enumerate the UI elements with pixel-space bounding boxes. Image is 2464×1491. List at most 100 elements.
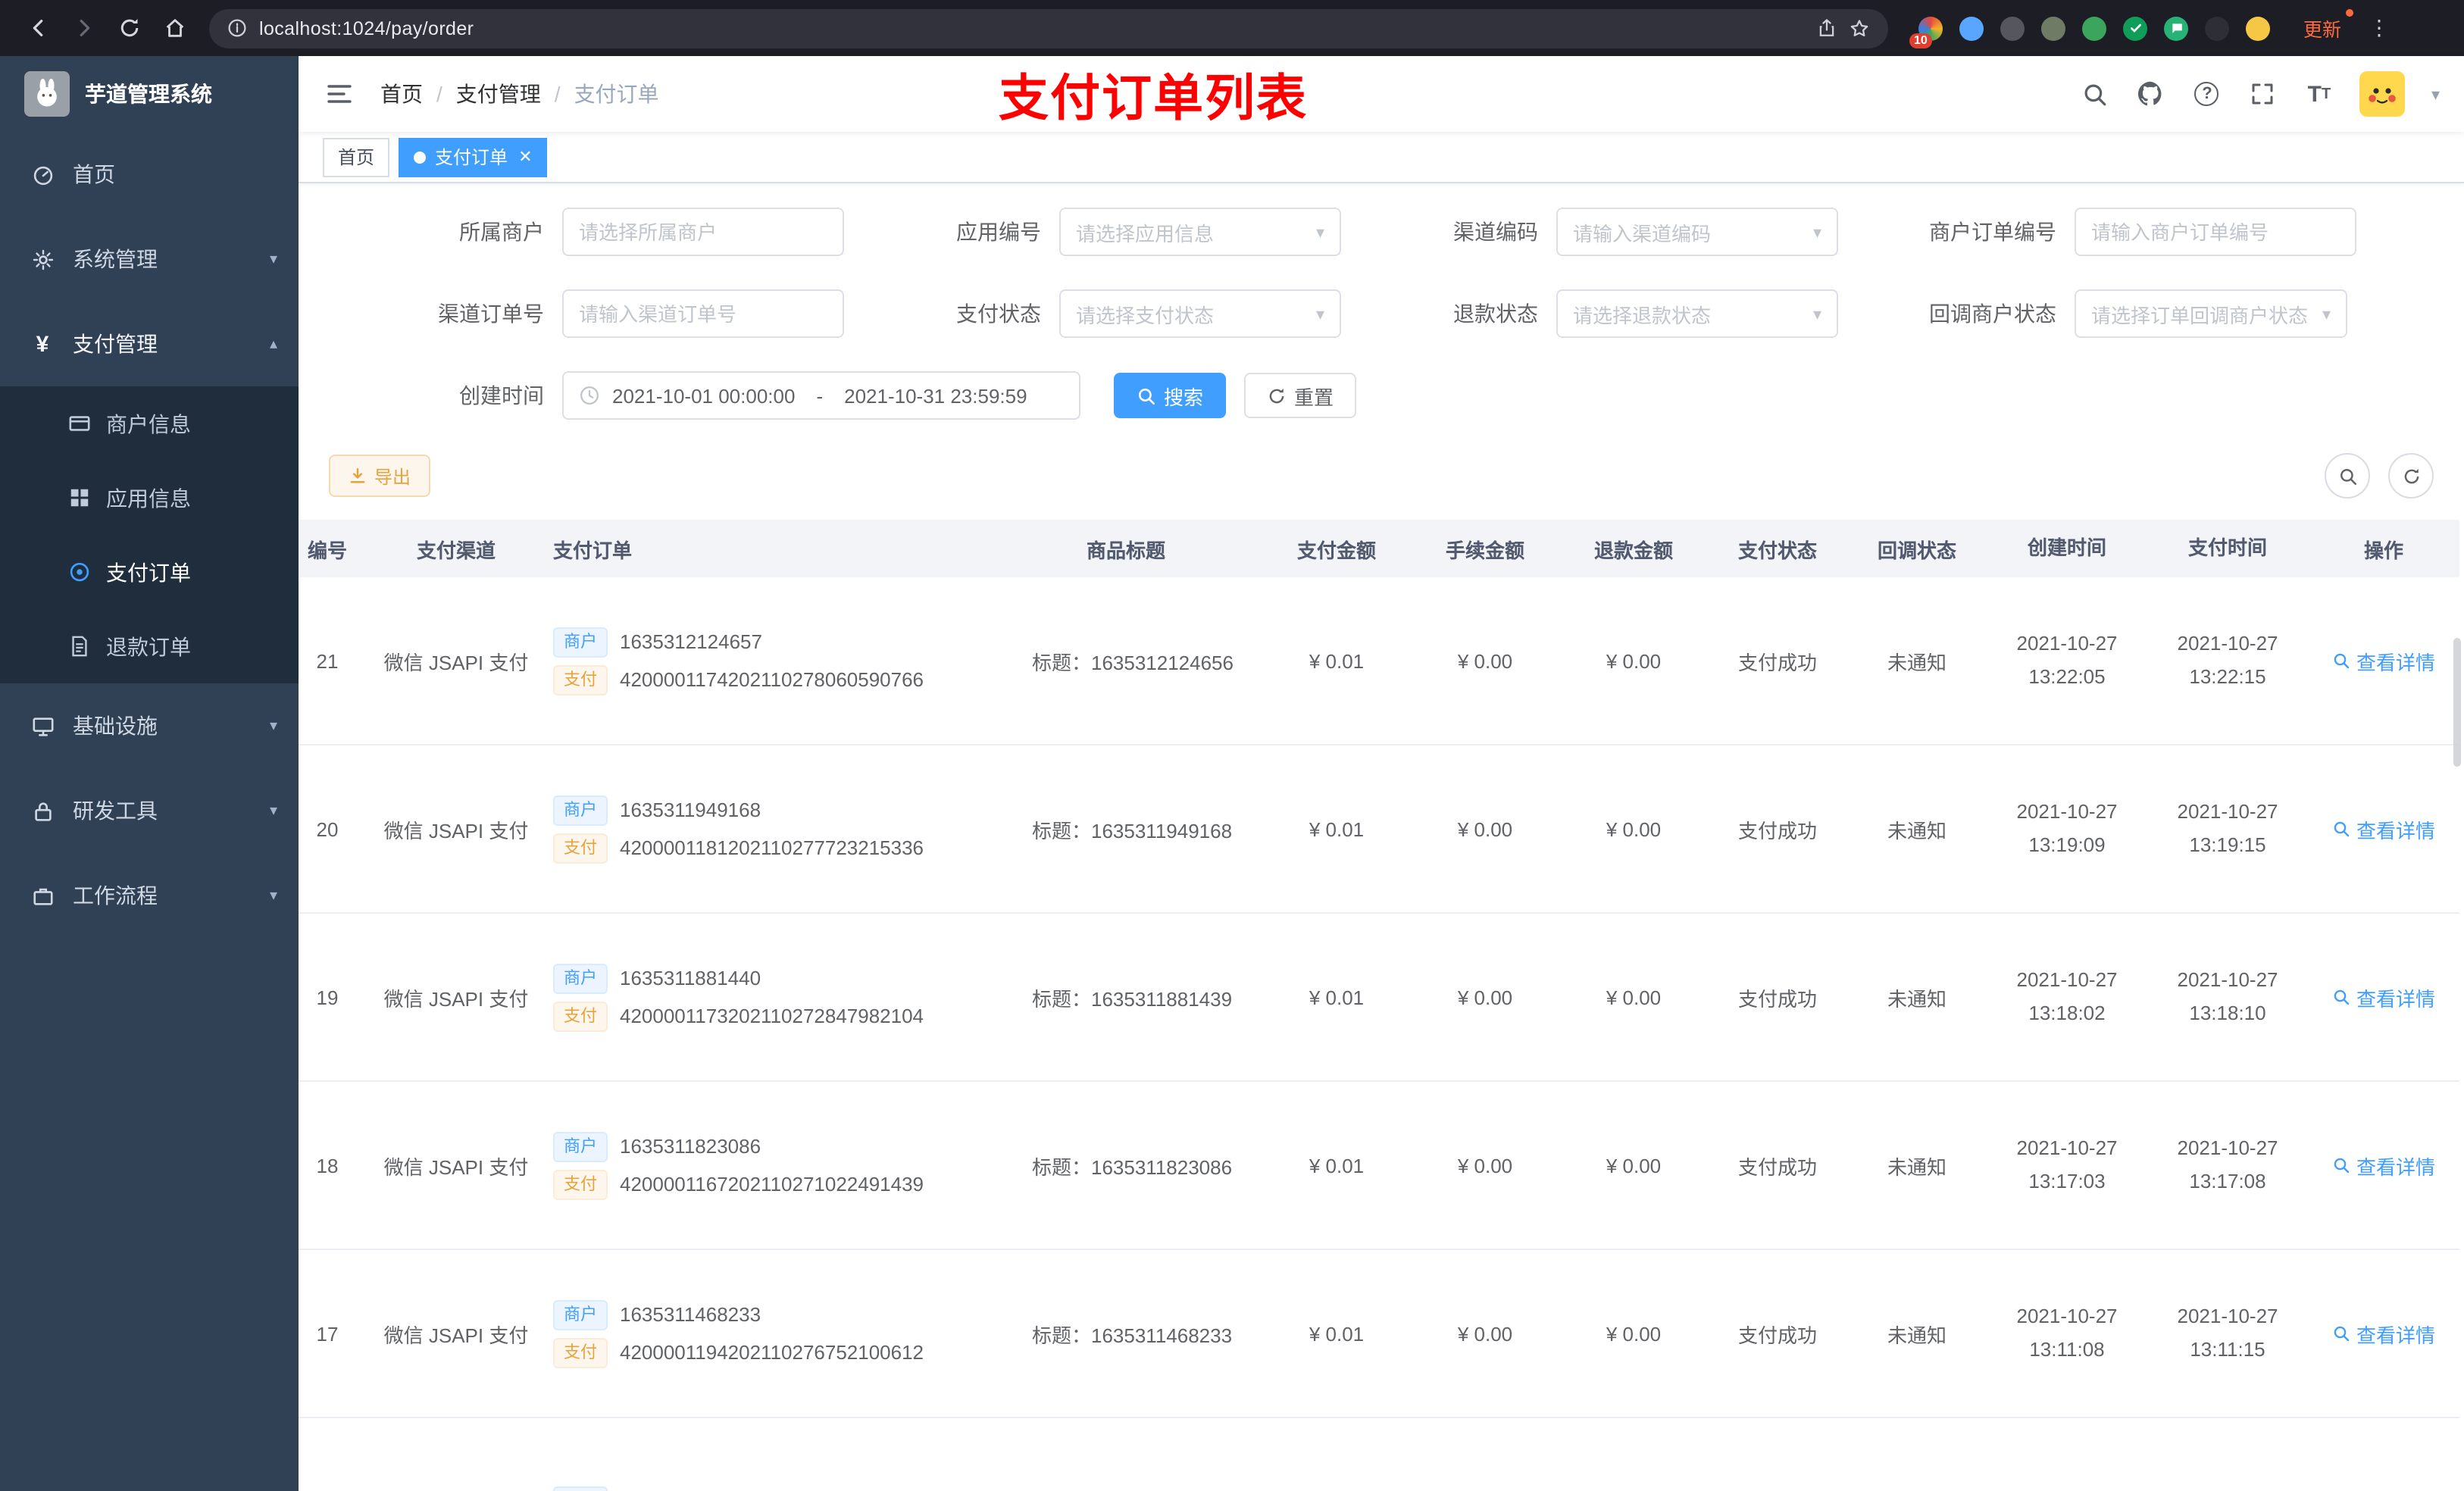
hide-search-icon[interactable] [2325, 453, 2370, 499]
breadcrumb-current: 支付订单 [574, 82, 659, 106]
ext-icon-smiley[interactable] [2246, 16, 2270, 40]
share-icon[interactable] [1817, 18, 1837, 38]
reset-button[interactable]: 重置 [1244, 373, 1357, 418]
filter-merchant-order-no: 商户订单编号 [1911, 208, 2356, 256]
breadcrumb-home[interactable]: 首页 [380, 79, 423, 109]
ext-icon-gray-2[interactable] [2041, 16, 2065, 40]
page-annotation: 支付订单列表 [999, 70, 1308, 126]
avatar[interactable] [2359, 71, 2406, 117]
chevron-down-icon: ▾ [2322, 305, 2331, 324]
browser-back-icon[interactable] [18, 8, 58, 48]
browser-menu-icon[interactable]: ⋮ [2369, 15, 2390, 41]
tab-close-icon[interactable]: ✕ [518, 147, 532, 167]
address-bar[interactable]: localhost:1024/pay/order [209, 8, 1888, 48]
tab-pay-order[interactable]: 支付订单 ✕ [399, 137, 548, 177]
search-icon[interactable] [2080, 79, 2110, 109]
view-detail-link[interactable]: 查看详情 [2332, 646, 2435, 675]
notify-status-select[interactable]: 请选择订单回调商户状态 ▾ [2075, 289, 2347, 338]
view-detail-link[interactable]: 查看详情 [2332, 814, 2435, 843]
ext-icon-dark[interactable] [2205, 16, 2229, 40]
clock-icon [579, 385, 600, 406]
ext-icon-gray-1[interactable] [2000, 16, 2025, 40]
sidebar-item-merchant-info[interactable]: 商户信息 [0, 386, 299, 461]
table-row: 20 微信 JSAPI 支付 商户 1635311949168 支付 42000… [299, 746, 2459, 914]
bookmark-star-icon[interactable] [1849, 17, 1870, 39]
channel-order-no-input[interactable] [562, 289, 844, 338]
sidebar-item-dev-tools[interactable]: 研发工具 ▾ [0, 768, 299, 853]
filter-label: 创建时间 [459, 383, 544, 408]
browser-home-icon[interactable] [155, 8, 194, 48]
order-id: 18 [316, 1154, 339, 1177]
pay-amount: ¥ 0.01 [1309, 1154, 1365, 1177]
pay-time: 2021-10-27 13:18:10 [2177, 967, 2278, 1024]
date-range-picker[interactable]: 2021-10-01 00:00:00 - 2021-10-31 23:59:5… [562, 371, 1080, 420]
sidebar-item-label: 首页 [73, 162, 115, 186]
search-button[interactable]: 搜索 [1114, 373, 1227, 418]
ext-icon-chat[interactable] [2164, 16, 2188, 40]
sidebar-item-label: 研发工具 [73, 799, 158, 823]
sidebar-item-pay[interactable]: ¥ 支付管理 ▴ [0, 302, 299, 386]
pay-status: 支付成功 [1737, 1324, 1817, 1346]
sidebar-item-app-info[interactable]: 应用信息 [0, 461, 299, 535]
sidebar-toggle-icon[interactable] [323, 77, 356, 111]
channel-code-select[interactable]: 请输入渠道编码 ▾ [1556, 208, 1838, 256]
merchant-order-no-input[interactable] [2075, 208, 2356, 256]
sidebar-item-workflow[interactable]: 工作流程 ▾ [0, 853, 299, 938]
chevron-down-icon: ▾ [1315, 305, 1324, 324]
refund-amount: ¥ 0.00 [1606, 817, 1662, 840]
view-detail-link[interactable]: 查看详情 [2332, 1319, 2435, 1348]
ext-icon-check[interactable] [2123, 16, 2147, 40]
refund-amount: ¥ 0.00 [1606, 1154, 1662, 1177]
browser-reload-icon[interactable] [109, 8, 149, 48]
tab-home[interactable]: 首页 [323, 137, 390, 177]
yen-icon: ¥ [36, 331, 49, 357]
github-icon[interactable] [2136, 79, 2166, 109]
sidebar-item-label: 退款订单 [106, 634, 191, 658]
pay-tag: 支付 [553, 1337, 608, 1368]
refresh-icon[interactable] [2388, 453, 2434, 499]
sidebar-item-pay-order[interactable]: 支付订单 [0, 535, 299, 609]
date-separator: - [816, 384, 824, 407]
font-size-icon[interactable]: TT [2304, 79, 2334, 109]
sidebar-item-system[interactable]: 系统管理 ▾ [0, 217, 299, 302]
chevron-down-icon: ▾ [1812, 305, 1821, 324]
col-header-amount: 支付金额 [1296, 539, 1376, 561]
pay-amount: ¥ 0.01 [1309, 1322, 1365, 1345]
chevron-up-icon: ▴ [269, 336, 277, 352]
site-info-icon[interactable] [227, 18, 247, 38]
create-time: 2021-10-27 13:17:03 [2016, 1136, 2118, 1192]
ext-icon-colorful[interactable]: 10 [1909, 16, 1943, 48]
col-header-status: 支付状态 [1737, 539, 1817, 561]
browser-forward-icon[interactable] [64, 8, 103, 48]
pay-tag: 支付 [553, 833, 608, 863]
sidebar-item-home[interactable]: 首页 [0, 132, 299, 217]
scrollbar-thumb[interactable] [2453, 638, 2461, 767]
view-detail-link[interactable]: 查看详情 [2332, 983, 2435, 1011]
lock-icon [30, 799, 55, 823]
target-icon [67, 560, 91, 584]
pay-status: 支付成功 [1737, 651, 1817, 674]
merchant-order-no: 1635311823086 [620, 1135, 761, 1158]
app-select[interactable]: 请选择应用信息 ▾ [1059, 208, 1341, 256]
browser-update-button[interactable]: 更新 [2294, 9, 2354, 47]
ext-icon-blue[interactable] [1959, 16, 1984, 40]
refund-amount: ¥ 0.00 [1606, 649, 1662, 672]
breadcrumb-pay[interactable]: 支付管理 [456, 79, 541, 109]
help-icon[interactable]: ? [2192, 79, 2222, 109]
export-button[interactable]: 导出 [329, 455, 431, 497]
filter-label: 商户订单编号 [1929, 220, 2056, 244]
pay-tag: 支付 [553, 1169, 608, 1199]
filter-refund-status: 退款状态 请选择退款状态 ▾ [1414, 289, 1838, 338]
sidebar-item-refund-order[interactable]: 退款订单 [0, 609, 299, 683]
avatar-caret-icon[interactable]: ▾ [2431, 84, 2440, 104]
pay-status-select[interactable]: 请选择支付状态 ▾ [1059, 289, 1341, 338]
fullscreen-icon[interactable] [2248, 79, 2278, 109]
chevron-down-icon: ▾ [1812, 223, 1821, 242]
ext-icon-green[interactable] [2082, 16, 2106, 40]
merchant-select-input[interactable] [562, 208, 844, 256]
view-detail-link[interactable]: 查看详情 [2332, 1151, 2435, 1180]
product-title: 标题：1635312124656 [1032, 651, 1234, 674]
top-header: 首页 / 支付管理 / 支付订单 支付订单列表 ? T T ▾ [299, 56, 2464, 132]
sidebar-item-infra[interactable]: 基础设施 ▾ [0, 683, 299, 768]
refund-status-select[interactable]: 请选择退款状态 ▾ [1556, 289, 1838, 338]
